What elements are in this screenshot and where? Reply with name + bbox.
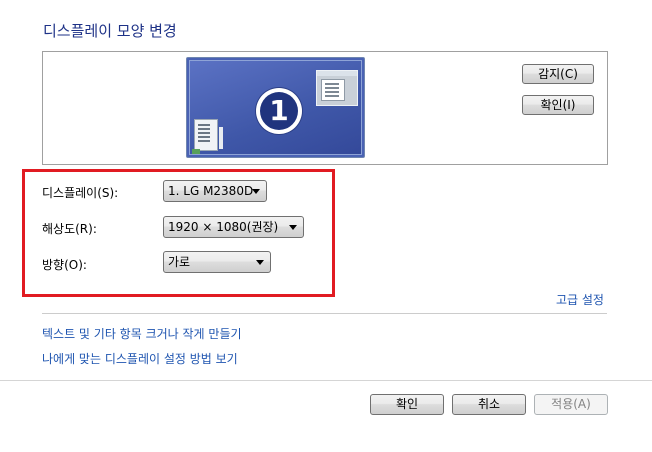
divider: [42, 313, 607, 314]
chevron-down-icon: [289, 225, 297, 230]
chevron-down-icon: [252, 189, 260, 194]
mini-document-icon: [194, 119, 218, 151]
mini-taskbar-icon: [219, 127, 223, 149]
monitor-number-badge: 1: [256, 88, 302, 134]
orientation-select[interactable]: 가로: [163, 251, 271, 273]
display-select[interactable]: 1. LG M2380D: [163, 180, 267, 202]
orientation-select-value: 가로: [168, 255, 191, 269]
monitor-screen: 1: [189, 60, 362, 155]
page-title: 디스플레이 모양 변경: [43, 22, 177, 40]
text-size-link[interactable]: 텍스트 및 기타 항목 크거나 작게 만들기: [42, 325, 242, 342]
ok-button[interactable]: 확인: [370, 394, 444, 415]
monitor-number: 1: [260, 92, 298, 130]
cancel-button[interactable]: 취소: [452, 394, 526, 415]
resolution-select[interactable]: 1920 × 1080(권장): [163, 216, 304, 238]
orientation-label: 방향(O):: [42, 258, 87, 272]
display-select-value: 1. LG M2380D: [168, 184, 254, 198]
mini-start-icon: [192, 149, 200, 154]
advanced-settings-link[interactable]: 고급 설정: [556, 291, 604, 308]
mini-window-icon: [316, 70, 358, 106]
monitor-1-thumbnail[interactable]: 1: [186, 57, 365, 158]
resolution-label: 해상도(R):: [42, 222, 97, 236]
apply-button[interactable]: 적용(A): [534, 394, 608, 415]
detect-button[interactable]: 감지(C): [522, 64, 594, 84]
footer-divider: [0, 380, 652, 381]
chevron-down-icon: [256, 260, 264, 265]
display-help-link[interactable]: 나에게 맞는 디스플레이 설정 방법 보기: [42, 350, 238, 367]
display-label: 디스플레이(S):: [42, 186, 119, 200]
resolution-select-value: 1920 × 1080(권장): [168, 220, 279, 234]
identify-button[interactable]: 확인(I): [522, 95, 594, 115]
